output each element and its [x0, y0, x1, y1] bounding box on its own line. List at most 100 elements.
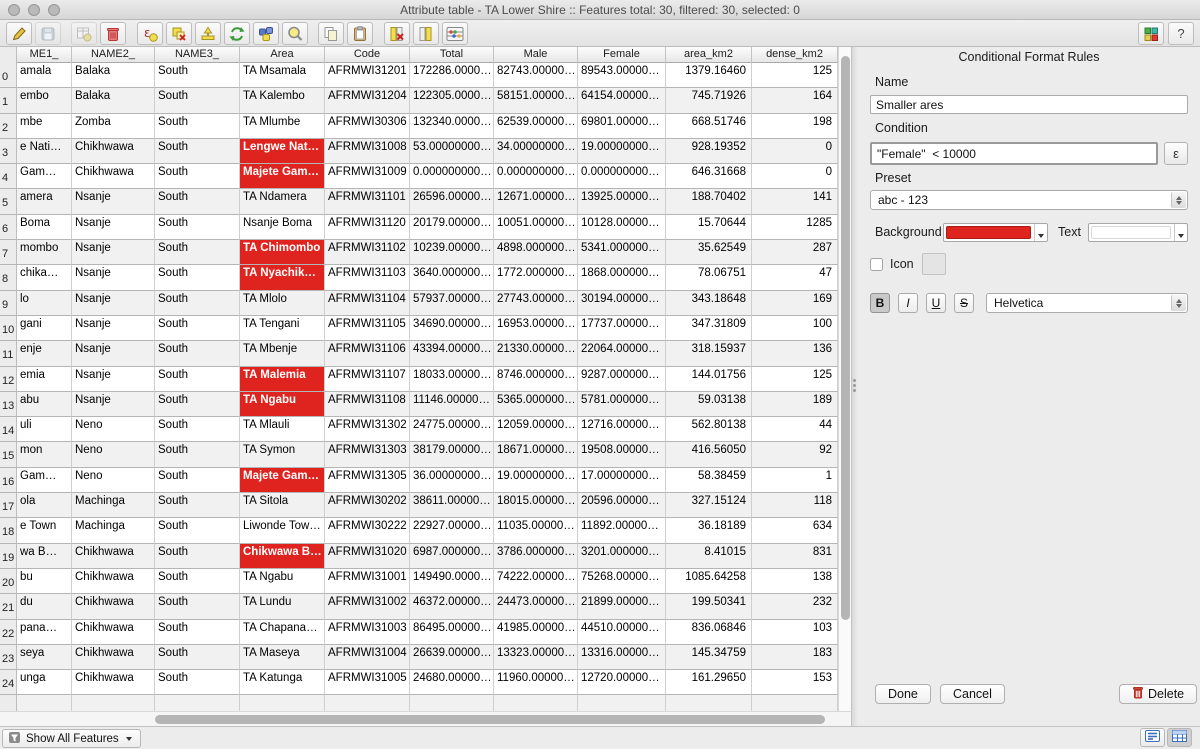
cell-male[interactable]: 5365.000000…	[494, 392, 578, 417]
cell-area_km2[interactable]: 78.06751	[666, 265, 752, 290]
cell-dense_km2[interactable]: 287	[752, 240, 838, 265]
cell-area_km2[interactable]: 318.15937	[666, 341, 752, 366]
cell-total[interactable]: 122305.0000…	[410, 88, 494, 113]
cell-total[interactable]: 18033.00000…	[410, 367, 494, 392]
cell-area_km2[interactable]: 343.18648	[666, 291, 752, 316]
row-number[interactable]: 21	[0, 594, 17, 619]
cell-total[interactable]: 149490.0000…	[410, 569, 494, 594]
cell-female[interactable]: 5781.000000…	[578, 392, 666, 417]
cell-name3[interactable]: South	[155, 164, 240, 189]
cell-name1[interactable]: abu	[17, 392, 72, 417]
cell-code[interactable]: AFRMWI30202	[325, 493, 410, 518]
cell-name2[interactable]: Machinga	[72, 518, 155, 543]
table-view-toggle[interactable]	[1167, 728, 1192, 747]
cell-area[interactable]: TA Maseya	[240, 645, 325, 670]
vertical-scrollbar-thumb[interactable]	[841, 56, 850, 620]
cell-code[interactable]: AFRMWI31303	[325, 442, 410, 467]
cell-name2[interactable]: Balaka	[72, 63, 155, 88]
cell-name3[interactable]: South	[155, 392, 240, 417]
cell-male[interactable]: 11035.00000…	[494, 518, 578, 543]
cell-name2[interactable]: Chikhwawa	[72, 139, 155, 164]
expression-builder-button[interactable]: ε	[1164, 142, 1188, 165]
cell-code[interactable]: AFRMWI31101	[325, 189, 410, 214]
cell-male[interactable]: 4898.000000…	[494, 240, 578, 265]
cell-total[interactable]: 38179.00000…	[410, 442, 494, 467]
cell-code[interactable]: AFRMWI31008	[325, 139, 410, 164]
cell-dense_km2[interactable]: 47	[752, 265, 838, 290]
cell-area[interactable]: TA Ndamera	[240, 189, 325, 214]
cell-male[interactable]: 1772.000000…	[494, 265, 578, 290]
column-header-me1[interactable]: ME1_	[17, 47, 72, 63]
toggle-editing-button[interactable]	[6, 22, 32, 45]
cell-name1[interactable]: amera	[17, 189, 72, 214]
cell-name3[interactable]: South	[155, 569, 240, 594]
cell-female[interactable]: 19508.00000…	[578, 442, 666, 467]
cell-area_km2[interactable]: 35.62549	[666, 240, 752, 265]
cell-total[interactable]: 36.00000000…	[410, 468, 494, 493]
cell-dense_km2[interactable]: 831	[752, 544, 838, 569]
cell-area[interactable]: Lengwe Nat…	[240, 139, 325, 164]
cancel-button[interactable]: Cancel	[940, 684, 1005, 704]
cell-male[interactable]: 12671.00000…	[494, 189, 578, 214]
cell-total[interactable]: 24680.00000…	[410, 670, 494, 695]
select-by-expression-button[interactable]: ε	[137, 22, 163, 45]
cell-area[interactable]: TA Mlolo	[240, 291, 325, 316]
new-column-button[interactable]	[413, 22, 439, 45]
cell-male[interactable]: 27743.00000…	[494, 291, 578, 316]
cell-name1[interactable]: emia	[17, 367, 72, 392]
row-number[interactable]: 17	[0, 493, 17, 518]
row-number[interactable]: 7	[0, 240, 17, 265]
cell-female[interactable]: 19.00000000…	[578, 139, 666, 164]
cell-code[interactable]: AFRMWI31001	[325, 569, 410, 594]
cell-code[interactable]: AFRMWI31305	[325, 468, 410, 493]
cell-name3[interactable]: South	[155, 316, 240, 341]
row-number[interactable]: 4	[0, 164, 17, 189]
cell-area[interactable]: Liwonde Tow…	[240, 518, 325, 543]
cell-dense_km2[interactable]: 634	[752, 518, 838, 543]
cell-code[interactable]: AFRMWI31003	[325, 620, 410, 645]
cell-area[interactable]: TA Mlumbe	[240, 114, 325, 139]
cell-male[interactable]: 3786.000000…	[494, 544, 578, 569]
cell-dense_km2[interactable]: 189	[752, 392, 838, 417]
cell-dense_km2[interactable]: 100	[752, 316, 838, 341]
row-number[interactable]: 9	[0, 291, 17, 316]
cell-name2[interactable]: Chikhwawa	[72, 544, 155, 569]
copy-selected-rows-button[interactable]	[318, 22, 344, 45]
cell-name2[interactable]: Chikhwawa	[72, 645, 155, 670]
horizontal-scrollbar[interactable]	[0, 711, 851, 726]
cell-male[interactable]: 19.00000000…	[494, 468, 578, 493]
cell-name2[interactable]: Chikhwawa	[72, 164, 155, 189]
cell-male[interactable]: 18015.00000…	[494, 493, 578, 518]
cell-area_km2[interactable]: 188.70402	[666, 189, 752, 214]
cell-total[interactable]: 38611.00000…	[410, 493, 494, 518]
row-number[interactable]: 0	[0, 63, 17, 88]
cell-area_km2[interactable]: 36.18189	[666, 518, 752, 543]
cell-area[interactable]: TA Tengani	[240, 316, 325, 341]
cell-dense_km2[interactable]: 169	[752, 291, 838, 316]
column-header-name3[interactable]: NAME3_	[155, 47, 240, 63]
reload-table-button[interactable]	[71, 22, 97, 45]
cell-name2[interactable]: Nsanje	[72, 215, 155, 240]
row-number[interactable]: 11	[0, 341, 17, 366]
column-header-area_km2[interactable]: area_km2	[666, 47, 752, 63]
cell-name1[interactable]: Boma	[17, 215, 72, 240]
cell-dense_km2[interactable]: 0	[752, 139, 838, 164]
row-number[interactable]: 20	[0, 569, 17, 594]
cell-name1[interactable]: gani	[17, 316, 72, 341]
cell-name3[interactable]: South	[155, 417, 240, 442]
cell-name1[interactable]: embo	[17, 88, 72, 113]
cell-dense_km2[interactable]: 232	[752, 594, 838, 619]
cell-female[interactable]: 20596.00000…	[578, 493, 666, 518]
column-header-female[interactable]: Female	[578, 47, 666, 63]
cell-area[interactable]: TA Kalembo	[240, 88, 325, 113]
row-number[interactable]: 23	[0, 645, 17, 670]
form-view-toggle[interactable]	[1140, 728, 1165, 747]
cell-total[interactable]: 57937.00000…	[410, 291, 494, 316]
cell-female[interactable]: 0.000000000…	[578, 164, 666, 189]
underline-button[interactable]: U	[926, 293, 946, 313]
column-header-total[interactable]: Total	[410, 47, 494, 63]
cell-name1[interactable]: du	[17, 594, 72, 619]
cell-name2[interactable]: Nsanje	[72, 341, 155, 366]
cell-area[interactable]: TA Chapana…	[240, 620, 325, 645]
row-number[interactable]: 18	[0, 518, 17, 543]
